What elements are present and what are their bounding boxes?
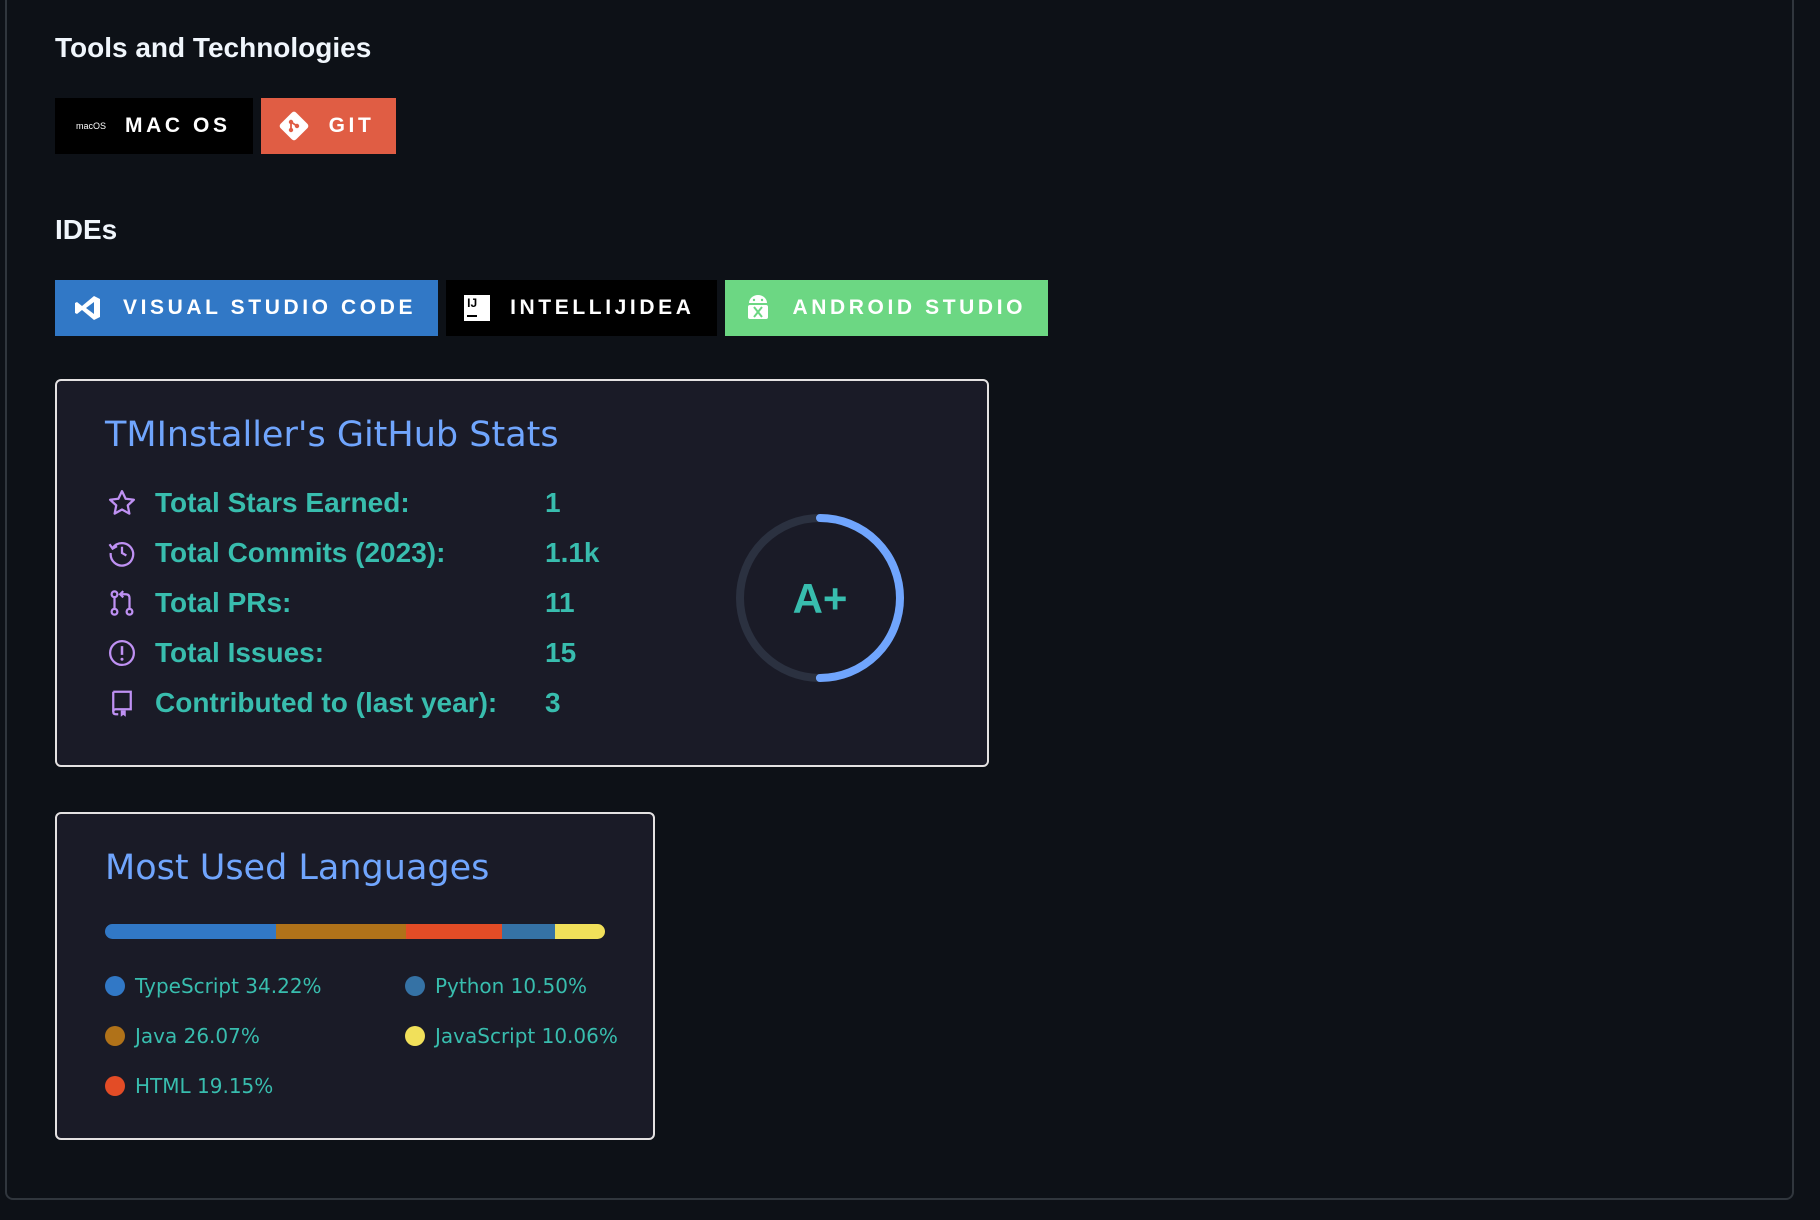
tools-heading: Tools and Technologies (55, 32, 372, 63)
rank-grade: A+ (793, 575, 848, 622)
vscode-icon (73, 293, 103, 323)
stat-label: Total Commits (2023): (155, 537, 446, 568)
git-icon (279, 111, 309, 141)
apple-macos-icon: macOS (75, 121, 106, 131)
git-badge-label: GIT (328, 114, 375, 137)
pull-request-icon (105, 586, 139, 620)
android-studio-badge[interactable]: ANDROID STUDIO (724, 280, 1049, 336)
rank-ring: A+ (736, 514, 904, 682)
language-item-python: Python 10.50% (405, 974, 587, 998)
intellij-badge-label: INTELLIJIDEA (510, 296, 695, 319)
python-dot (405, 976, 425, 996)
vscode-badge[interactable]: VISUAL STUDIO CODE (55, 280, 439, 336)
languages-progress-bar (105, 924, 605, 939)
stat-row-stars: Total Stars Earned: 1 (105, 483, 561, 523)
stat-row-issues: Total Issues: 15 (105, 633, 576, 673)
stat-label: Total Issues: (155, 637, 325, 668)
history-icon (105, 536, 139, 570)
language-bar-segment-typescript (105, 924, 277, 939)
stat-value: 1 (545, 487, 561, 518)
stat-label: Total Stars Earned: (155, 487, 410, 518)
stat-row-commits: Total Commits (2023): 1.1k (105, 533, 600, 573)
github-stats-card[interactable]: TMInstaller's GitHub Stats Total Stars E… (55, 379, 989, 767)
android-studio-icon (743, 293, 773, 323)
repo-icon (105, 686, 139, 720)
issue-icon (105, 636, 139, 670)
stat-value: 11 (545, 587, 575, 618)
star-icon (105, 486, 139, 520)
android-studio-badge-label: ANDROID STUDIO (792, 296, 1027, 319)
java-dot (105, 1026, 125, 1046)
languages-card[interactable]: Most Used Languages TypeScript 34.22% Ja… (55, 812, 655, 1140)
intellij-icon-text: IJ (467, 296, 478, 310)
language-item-typescript: TypeScript 34.22% (105, 974, 322, 998)
stats-card-title: TMInstaller's GitHub Stats (105, 415, 559, 455)
stat-row-prs: Total PRs: 11 (105, 583, 575, 623)
language-label: Java 26.07% (135, 1024, 260, 1048)
language-bar-segment-html (406, 924, 503, 939)
typescript-dot (105, 976, 125, 996)
stat-label: Contributed to (last year): (155, 687, 498, 718)
language-label: TypeScript 34.22% (135, 974, 322, 998)
stat-value: 1.1k (545, 537, 600, 568)
intellij-badge[interactable]: IJ INTELLIJIDEA (446, 280, 717, 336)
macos-badge-label: MAC OS (125, 114, 231, 137)
html-dot (105, 1076, 125, 1096)
intellij-icon: IJ (464, 295, 491, 321)
javascript-dot (405, 1026, 425, 1046)
stat-value: 3 (545, 687, 561, 718)
language-bar-segment-java (276, 924, 407, 939)
language-bar-segment-python (502, 924, 555, 939)
language-bar-segment-javascript (554, 924, 605, 939)
language-item-javascript: JavaScript 10.06% (405, 1024, 618, 1048)
vscode-badge-label: VISUAL STUDIO CODE (123, 296, 417, 319)
language-label: Python 10.50% (435, 974, 587, 998)
ides-badge-row: VISUAL STUDIO CODE IJ INTELLIJIDEA ANDRO… (55, 280, 1049, 336)
language-label: JavaScript 10.06% (435, 1024, 618, 1048)
tools-badge-row: macOS MAC OS GIT (55, 98, 397, 154)
git-badge[interactable]: GIT (260, 98, 397, 154)
ides-heading: IDEs (55, 214, 118, 245)
stat-label: Total PRs: (155, 587, 292, 618)
language-label: HTML 19.15% (135, 1074, 274, 1098)
stat-value: 15 (545, 637, 577, 668)
macos-badge[interactable]: macOS MAC OS (55, 98, 253, 154)
language-item-java: Java 26.07% (105, 1024, 260, 1048)
language-item-html: HTML 19.15% (105, 1074, 273, 1098)
stat-row-contributed: Contributed to (last year): 3 (105, 683, 561, 723)
languages-card-title: Most Used Languages (105, 848, 490, 888)
